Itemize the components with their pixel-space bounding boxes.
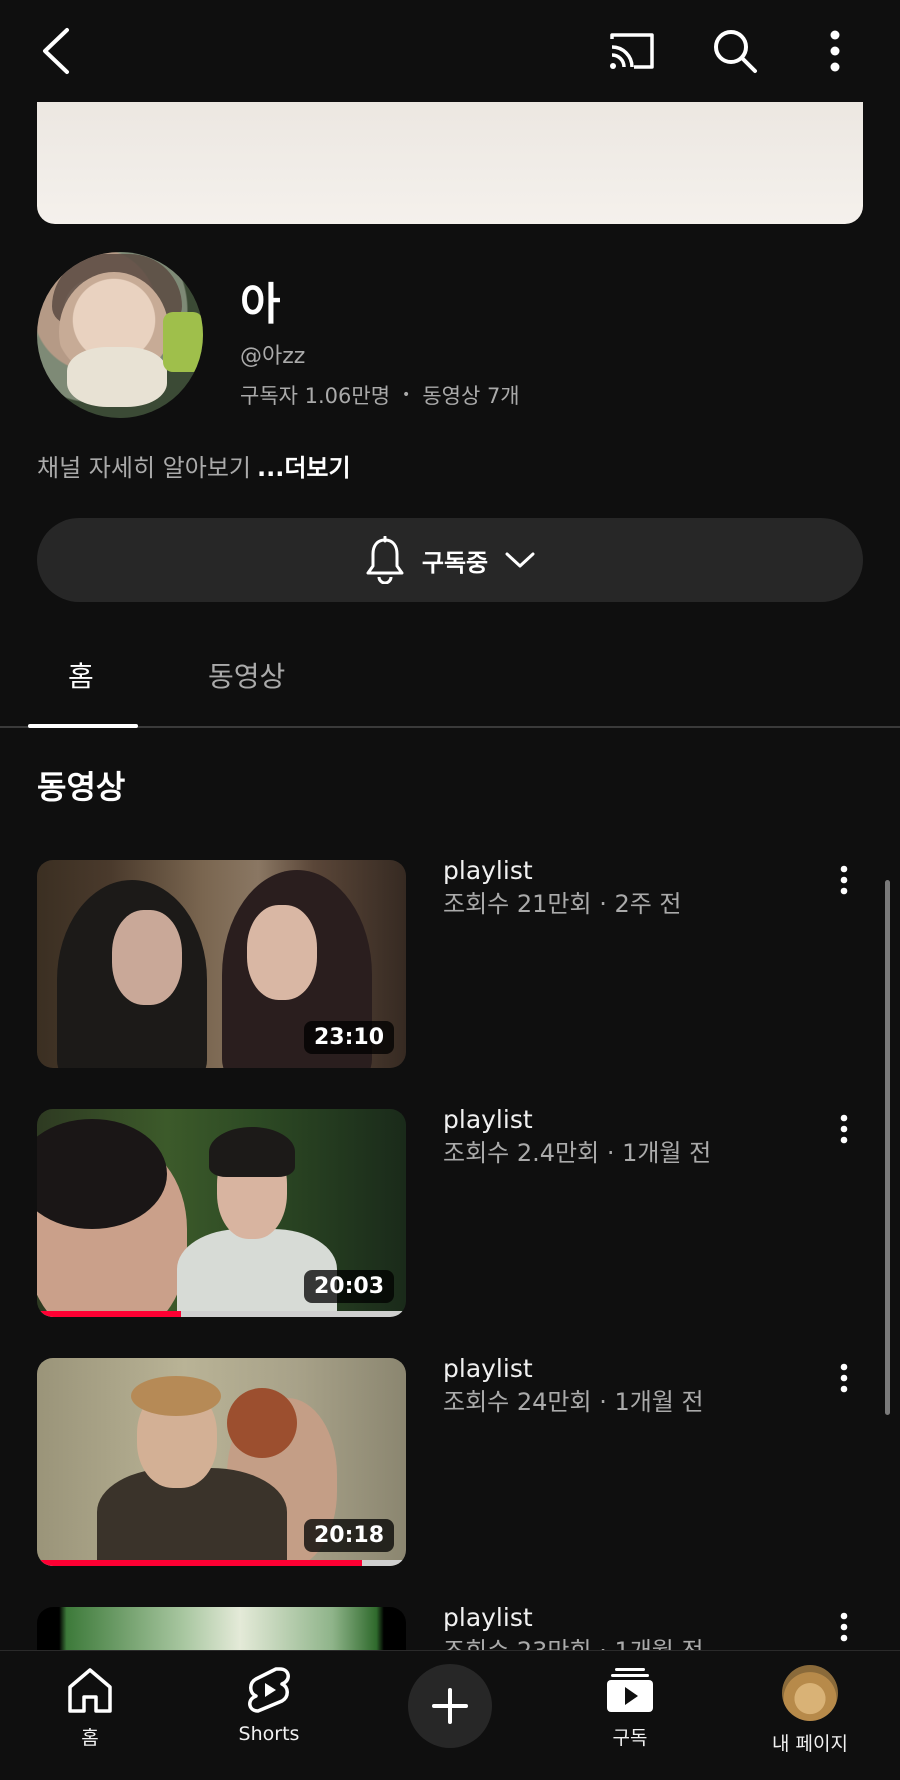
video-item[interactable]: 20:03 playlist 조회수 2.4만회 · 1개월 전 — [37, 1105, 863, 1319]
video-thumbnail[interactable]: 20:03 — [37, 1109, 406, 1317]
active-tab-indicator — [28, 724, 138, 728]
video-title[interactable]: playlist — [443, 1603, 533, 1632]
video-thumbnail[interactable]: 20:18 — [37, 1358, 406, 1566]
subscribed-label: 구독중 — [421, 548, 489, 577]
channel-stats: 구독자 1.06만명 • 동영상 7개 — [240, 380, 520, 410]
more-vertical-icon — [840, 1363, 848, 1393]
nav-shorts[interactable]: Shorts — [209, 1665, 329, 1745]
tab-videos[interactable]: 동영상 — [208, 655, 285, 695]
shorts-icon — [248, 1667, 290, 1713]
section-title: 동영상 — [37, 768, 126, 806]
video-title[interactable]: playlist — [443, 856, 533, 885]
watch-progress-fill — [37, 1560, 362, 1566]
video-count: 동영상 7개 — [422, 384, 520, 408]
more-vertical-icon — [830, 30, 840, 72]
video-more-button[interactable] — [829, 1607, 859, 1647]
search-icon — [714, 30, 757, 73]
video-meta: 조회수 2.4만회 · 1개월 전 — [443, 1139, 712, 1167]
nav-my-page-label: 내 페이지 — [772, 1733, 848, 1755]
more-vertical-icon — [840, 865, 848, 895]
more-vertical-icon — [840, 1114, 848, 1144]
video-more-button[interactable] — [829, 1109, 859, 1149]
video-duration: 23:10 — [303, 1021, 394, 1054]
video-meta: 조회수 24만회 · 1개월 전 — [443, 1388, 704, 1416]
plus-icon — [432, 1688, 468, 1724]
nav-home-label: 홈 — [81, 1727, 99, 1749]
subscribed-button[interactable]: 구독중 — [37, 518, 863, 602]
video-item[interactable]: 20:18 playlist 조회수 24만회 · 1개월 전 — [37, 1354, 863, 1568]
cast-icon — [610, 33, 654, 69]
channel-name: 아 — [240, 279, 281, 330]
top-app-bar — [0, 0, 900, 102]
video-meta: 조회수 21만회 · 2주 전 — [443, 890, 682, 918]
nav-my-page[interactable]: 내 페이지 — [750, 1665, 870, 1756]
video-more-button[interactable] — [829, 860, 859, 900]
channel-banner — [37, 100, 863, 224]
watch-progress-bar — [37, 1560, 406, 1566]
watch-progress-bar — [37, 1311, 406, 1317]
video-duration: 20:03 — [303, 1270, 394, 1303]
channel-about[interactable]: 채널 자세히 알아보기 ...더보기 — [37, 448, 351, 483]
chevron-down-icon — [505, 552, 535, 568]
cast-button[interactable] — [598, 22, 666, 80]
video-item[interactable]: 23:10 playlist 조회수 21만회 · 2주 전 — [37, 856, 863, 1070]
search-button[interactable] — [702, 18, 768, 84]
more-options-button[interactable] — [810, 18, 860, 84]
about-more-link[interactable]: ...더보기 — [257, 454, 351, 482]
about-text: 채널 자세히 알아보기 — [37, 454, 251, 482]
channel-handle: @아zz — [240, 344, 306, 369]
channel-tabs: 홈 동영상 — [0, 640, 900, 728]
nav-subscriptions[interactable]: 구독 — [570, 1665, 690, 1750]
chevron-left-icon — [43, 28, 69, 74]
watch-progress-fill — [37, 1311, 181, 1317]
video-title[interactable]: playlist — [443, 1105, 533, 1134]
subscriptions-icon — [607, 1668, 653, 1712]
nav-subscriptions-label: 구독 — [612, 1727, 648, 1749]
more-vertical-icon — [840, 1612, 848, 1642]
nav-home[interactable]: 홈 — [30, 1665, 150, 1750]
video-duration: 20:18 — [303, 1519, 394, 1552]
back-button[interactable] — [30, 18, 82, 84]
nav-shorts-label: Shorts — [238, 1723, 300, 1745]
video-title[interactable]: playlist — [443, 1354, 533, 1383]
video-more-button[interactable] — [829, 1358, 859, 1398]
create-button[interactable] — [408, 1664, 492, 1748]
stats-separator: • — [402, 387, 411, 403]
home-icon — [68, 1668, 112, 1713]
profile-avatar — [782, 1665, 838, 1721]
scrollbar[interactable] — [885, 880, 890, 1415]
channel-avatar[interactable] — [37, 252, 203, 418]
video-thumbnail[interactable]: 23:10 — [37, 860, 406, 1068]
tab-home[interactable]: 홈 — [68, 655, 94, 695]
bell-icon — [366, 536, 404, 584]
subscriber-count: 구독자 1.06만명 — [240, 384, 391, 408]
